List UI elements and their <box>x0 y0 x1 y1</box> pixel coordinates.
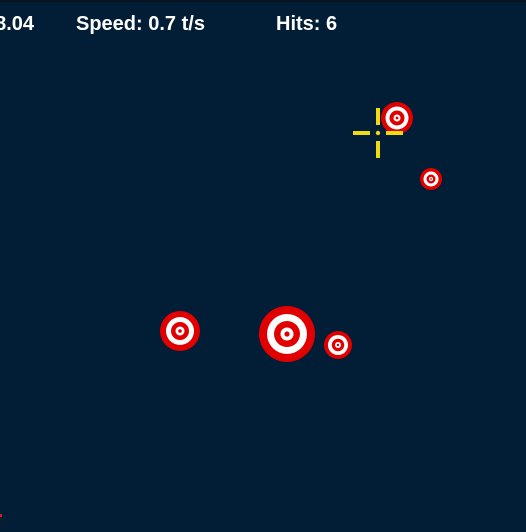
target-icon[interactable] <box>324 331 352 359</box>
target-icon[interactable] <box>420 168 442 190</box>
target-icon[interactable] <box>259 306 315 362</box>
game-area[interactable]: 08.04 Speed: 0.7 t/s Hits: 6 <box>0 0 526 532</box>
edge-marker <box>0 514 2 517</box>
target-icon[interactable] <box>381 102 413 134</box>
target-icon[interactable] <box>160 311 200 351</box>
playfield[interactable] <box>0 0 526 532</box>
